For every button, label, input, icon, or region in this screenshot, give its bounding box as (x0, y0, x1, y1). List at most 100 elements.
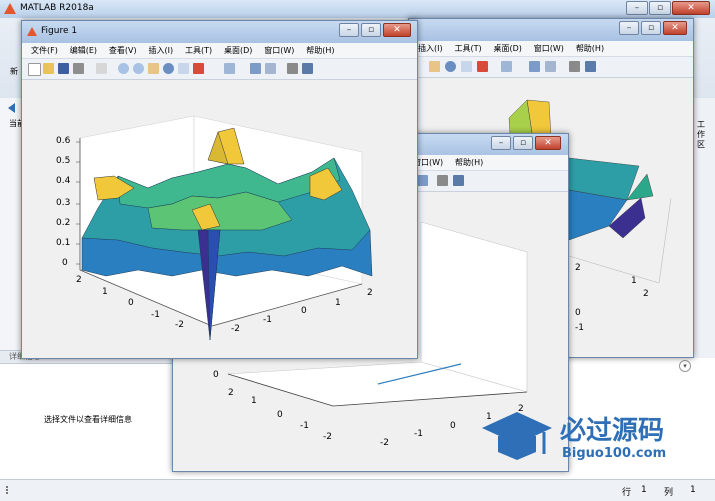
back-arrow-icon[interactable] (8, 103, 15, 113)
legend-icon[interactable] (437, 175, 448, 186)
legend-icon[interactable] (265, 63, 276, 74)
z-tick-label: 0.6 (56, 136, 71, 146)
figure-mid-maximize-button[interactable]: ▫ (513, 136, 533, 150)
link-icon[interactable] (224, 63, 235, 74)
rotate-icon[interactable] (445, 61, 456, 72)
watermark-domain: Biguo100.com (562, 446, 667, 461)
figure-1-window[interactable]: Figure 1 – ▫ ✕ 文件(F) 编辑(E) 查看(V) 插入(I) 工… (21, 20, 418, 359)
figure-back-menu-window[interactable]: 窗口(W) (534, 43, 564, 54)
y-tick-label: -2 (175, 320, 184, 330)
new-figure-icon[interactable] (28, 63, 41, 76)
datatip-icon[interactable] (461, 61, 472, 72)
hide-plot-tools-icon[interactable] (569, 61, 580, 72)
show-plot-tools-icon[interactable] (302, 63, 313, 74)
x-tick-label: -2 (231, 324, 240, 334)
figure-back-ytick: -1 (575, 323, 584, 333)
z-tick-label: 0.4 (56, 176, 71, 186)
y-tick-label: 2 (76, 275, 82, 285)
figure-1-menubar: 文件(F) 编辑(E) 查看(V) 插入(I) 工具(T) 桌面(D) 窗口(W… (22, 43, 417, 59)
figure-1-title: Figure 1 (41, 26, 78, 36)
status-col-label: 列 (664, 488, 674, 498)
main-close-button[interactable]: ✕ (672, 1, 710, 15)
show-plot-tools-icon[interactable] (585, 61, 596, 72)
figure-back-menu-tools[interactable]: 工具(T) (454, 43, 481, 54)
figure-back-menubar: 插入(I) 工具(T) 桌面(D) 窗口(W) 帮助(H) (409, 41, 693, 57)
zoom-in-icon[interactable] (118, 63, 129, 74)
matlab-logo-icon (4, 3, 16, 14)
figure-mid-close-button[interactable]: ✕ (535, 136, 561, 150)
figure-back-xtick: 1 (631, 276, 637, 286)
watermark-name: 必过源码 (560, 416, 665, 446)
figure-mid-ytick: -2 (323, 432, 332, 442)
open-file-icon[interactable] (43, 63, 54, 74)
matlab-titlebar: MATLAB R2018a – ▫ ✕ (0, 0, 715, 18)
figure-mid-ytick: 2 (228, 388, 234, 398)
show-plot-tools-icon[interactable] (453, 175, 464, 186)
status-row-label: 行 (622, 488, 632, 498)
pan-icon[interactable] (148, 63, 159, 74)
colorbar-icon[interactable] (417, 175, 428, 186)
figure-mid-ytick: 0 (277, 410, 283, 420)
x-tick-label: -1 (263, 315, 272, 325)
save-icon[interactable] (58, 63, 69, 74)
figure-back-close-button[interactable]: ✕ (663, 21, 687, 35)
x-tick-label: 1 (335, 298, 341, 308)
app-title: MATLAB R2018a (20, 3, 94, 13)
menu-edit[interactable]: 编辑(E) (70, 45, 97, 56)
figure-back-menu-help[interactable]: 帮助(H) (576, 43, 604, 54)
figure-back-menu-desktop[interactable]: 桌面(D) (494, 43, 522, 54)
x-tick-label: 2 (367, 288, 373, 298)
legend-icon[interactable] (545, 61, 556, 72)
colorbar-icon[interactable] (529, 61, 540, 72)
figure-back-menu-insert[interactable]: 插入(I) (418, 43, 443, 54)
menu-desktop[interactable]: 桌面(D) (224, 45, 252, 56)
z-tick-label: 0.2 (56, 218, 71, 228)
main-maximize-button[interactable]: ▫ (649, 1, 671, 15)
collapse-chevron-icon[interactable]: ▾ (679, 360, 691, 372)
figure-1-close-button[interactable]: ✕ (383, 23, 411, 37)
figure-1-toolbar (22, 59, 417, 80)
figure-mid-minimize-button[interactable]: – (491, 136, 511, 150)
edit-plot-arrow-icon[interactable] (96, 63, 107, 74)
ribbon-tab-new-prefix[interactable]: 新 (10, 66, 18, 77)
main-minimize-button[interactable]: – (626, 1, 648, 15)
figure-back-minimize-button[interactable]: – (619, 21, 639, 35)
z-tick-label: 0 (62, 258, 68, 268)
menu-help[interactable]: 帮助(H) (306, 45, 334, 56)
hide-plot-tools-icon[interactable] (287, 63, 298, 74)
figure-mid-menu-help[interactable]: 帮助(H) (455, 157, 483, 168)
menu-insert[interactable]: 插入(I) (148, 45, 173, 56)
pan-icon[interactable] (429, 61, 440, 72)
menu-tools[interactable]: 工具(T) (185, 45, 212, 56)
status-row-value: 1 (641, 485, 647, 495)
figure-1-plot: 0.6 0.5 0.4 0.3 0.2 0.1 0 2 1 0 -1 -2 -2… (22, 80, 417, 358)
menu-view[interactable]: 查看(V) (109, 45, 137, 56)
status-bar: 行 1 列 1 (0, 479, 715, 501)
figure-back-maximize-button[interactable]: ▫ (641, 21, 661, 35)
x-tick-label: 0 (301, 306, 307, 316)
menu-window[interactable]: 窗口(W) (264, 45, 294, 56)
datatip-icon[interactable] (178, 63, 189, 74)
rotate-icon[interactable] (163, 63, 174, 74)
figure-1-minimize-button[interactable]: – (339, 23, 359, 37)
figure-back-titlebar[interactable]: – ▫ ✕ (409, 19, 693, 41)
figure-mid-xtick: -1 (414, 429, 423, 439)
print-icon[interactable] (73, 63, 84, 74)
figure-mid-ytick: -1 (300, 421, 309, 431)
link-icon[interactable] (501, 61, 512, 72)
figure-1-maximize-button[interactable]: ▫ (361, 23, 381, 37)
details-message: 选择文件以查看详细信息 (44, 415, 132, 424)
menu-file[interactable]: 文件(F) (31, 45, 58, 56)
brush-icon[interactable] (477, 61, 488, 72)
figure-mid-ytick: 1 (251, 396, 257, 406)
colorbar-icon[interactable] (250, 63, 261, 74)
figure-1-titlebar[interactable]: Figure 1 – ▫ ✕ (22, 21, 417, 43)
brush-icon[interactable] (193, 63, 204, 74)
y-tick-label: -1 (151, 310, 160, 320)
graduation-cap-icon (482, 412, 552, 460)
status-col-value: 1 (690, 485, 696, 495)
workspace-tab[interactable]: 工作区 (697, 120, 707, 150)
zoom-out-icon[interactable] (133, 63, 144, 74)
z-tick-label: 0.3 (56, 198, 71, 208)
figure-back-ytick: 0 (575, 308, 581, 318)
